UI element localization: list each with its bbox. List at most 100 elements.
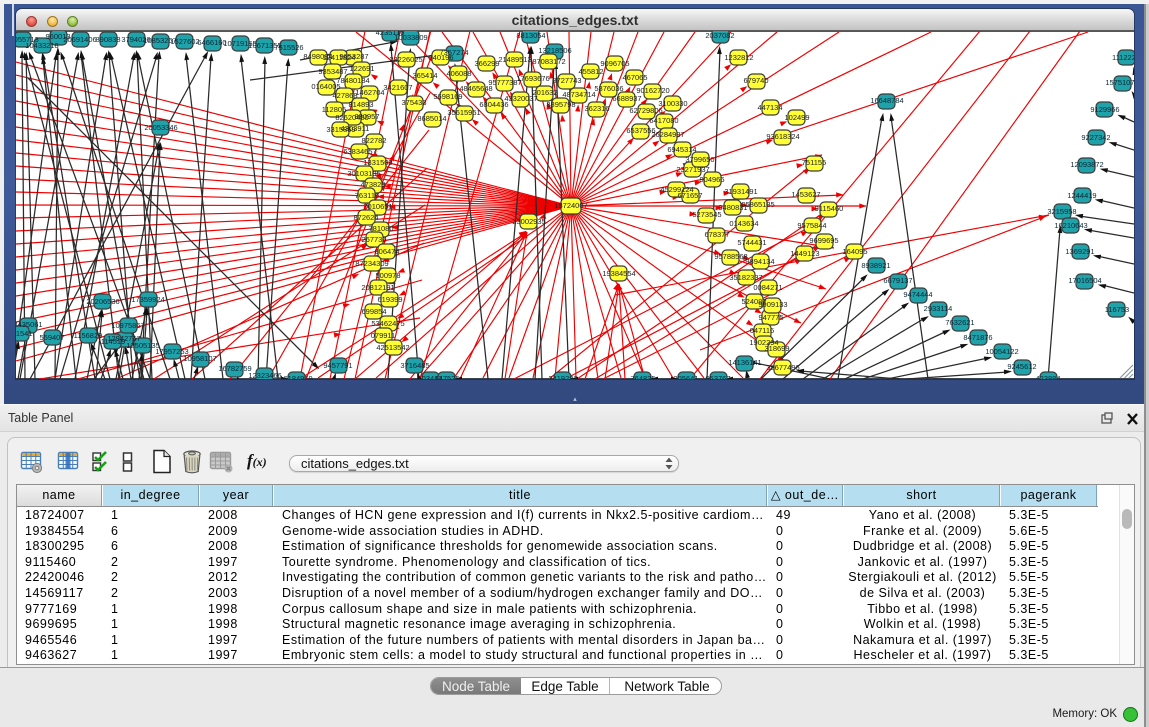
svg-text:16210643: 16210643 — [1054, 221, 1087, 230]
svg-text:606474: 606474 — [374, 247, 399, 256]
svg-text:102499: 102499 — [784, 113, 809, 122]
svg-text:20691406: 20691406 — [63, 35, 96, 44]
svg-text:318699: 318699 — [764, 344, 789, 353]
svg-text:6688937: 6688937 — [612, 94, 641, 103]
svg-text:10054122: 10054122 — [985, 347, 1018, 356]
svg-text:20206536: 20206536 — [86, 297, 119, 306]
svg-text:122691: 122691 — [349, 64, 374, 73]
svg-text:953767: 953767 — [705, 374, 730, 379]
svg-text:699854: 699854 — [361, 307, 386, 316]
svg-text:12323466: 12323466 — [248, 371, 281, 379]
svg-text:10033809: 10033809 — [394, 33, 427, 42]
svg-text:164095: 164095 — [842, 247, 867, 256]
svg-text:26284987: 26284987 — [651, 130, 684, 139]
svg-text:20812191: 20812191 — [361, 283, 394, 292]
svg-text:751155: 751155 — [802, 158, 826, 167]
svg-text:1527602: 1527602 — [170, 37, 199, 46]
svg-text:467065: 467065 — [622, 73, 647, 82]
svg-text:9575844: 9575844 — [797, 221, 826, 230]
svg-text:10975867: 10975867 — [111, 321, 144, 330]
svg-text:763116: 763116 — [355, 191, 379, 200]
svg-text:559407: 559407 — [39, 333, 64, 342]
svg-text:87083172: 87083172 — [532, 57, 565, 66]
svg-text:1232812: 1232812 — [724, 53, 753, 62]
svg-text:1462704: 1462704 — [355, 88, 384, 97]
svg-text:13218506: 13218506 — [538, 46, 571, 55]
svg-text:406088: 406088 — [446, 69, 471, 78]
svg-text:201632: 201632 — [532, 88, 557, 97]
svg-text:447134: 447134 — [757, 103, 782, 112]
svg-text:42513542: 42513542 — [376, 343, 409, 352]
svg-text:473829: 473829 — [360, 180, 385, 189]
svg-text:9909133: 9909133 — [758, 300, 787, 309]
svg-text:14136141: 14136141 — [728, 358, 761, 367]
svg-text:8471876: 8471876 — [963, 333, 992, 342]
svg-text:7010651: 7010651 — [363, 202, 392, 211]
svg-text:3215958: 3215958 — [1047, 207, 1076, 216]
svg-text:427868: 427868 — [332, 91, 357, 100]
svg-text:82620450: 82620450 — [335, 113, 368, 122]
svg-text:15751074: 15751074 — [1105, 78, 1134, 87]
svg-text:267736: 267736 — [361, 235, 386, 244]
svg-text:17016504: 17016504 — [1068, 276, 1101, 285]
svg-text:6466160: 6466160 — [197, 38, 226, 47]
svg-text:9227342: 9227342 — [1081, 133, 1110, 142]
svg-text:23271937: 23271937 — [676, 165, 709, 174]
svg-text:38677496: 38677496 — [766, 363, 799, 372]
svg-text:90162720: 90162720 — [636, 86, 669, 95]
svg-text:8938921: 8938921 — [861, 261, 890, 270]
svg-text:391541: 391541 — [16, 329, 33, 338]
svg-text:87234309: 87234309 — [355, 259, 388, 268]
svg-text:18724007: 18724007 — [554, 201, 587, 210]
svg-text:6679137: 6679137 — [883, 276, 912, 285]
svg-text:423884: 423884 — [1035, 374, 1060, 379]
svg-text:31931491: 31931491 — [724, 187, 757, 196]
svg-text:95788568: 95788568 — [714, 252, 747, 261]
svg-text:30103105: 30103105 — [347, 169, 380, 178]
svg-text:20053346: 20053346 — [144, 123, 177, 132]
svg-text:5273545: 5273545 — [692, 210, 721, 219]
svg-text:35182337: 35182337 — [729, 273, 762, 282]
svg-text:17359924: 17359924 — [131, 295, 164, 304]
svg-text:8813054: 8813054 — [516, 31, 545, 40]
svg-text:8895798: 8895798 — [546, 100, 575, 109]
svg-text:366299: 366299 — [474, 59, 499, 68]
svg-text:12411824: 12411824 — [323, 53, 356, 62]
svg-text:23226025: 23226025 — [389, 55, 422, 64]
svg-text:647525: 647525 — [434, 374, 459, 379]
svg-text:3315869: 3315869 — [326, 125, 355, 134]
svg-text:9474444: 9474444 — [903, 290, 932, 299]
svg-text:93618324: 93618324 — [766, 132, 799, 141]
svg-text:305641: 305641 — [673, 374, 698, 379]
svg-text:764835: 764835 — [630, 374, 655, 379]
svg-text:904966: 904966 — [699, 175, 724, 184]
svg-text:16184959: 16184959 — [279, 374, 312, 379]
svg-text:16648784: 16648784 — [870, 96, 903, 105]
svg-text:5744431: 5744431 — [737, 238, 766, 247]
svg-text:23002935: 23002935 — [512, 217, 545, 226]
svg-text:619399: 619399 — [377, 295, 402, 304]
svg-text:814893: 814893 — [348, 100, 373, 109]
svg-text:1112223: 1112223 — [1112, 53, 1134, 62]
svg-text:079911: 079911 — [371, 331, 395, 340]
svg-text:3421607: 3421607 — [383, 83, 412, 92]
svg-text:9894134: 9894134 — [745, 257, 774, 266]
svg-text:1369291: 1369291 — [1065, 247, 1094, 256]
svg-text:500978: 500978 — [375, 271, 400, 280]
svg-text:17693676: 17693676 — [516, 74, 549, 83]
svg-text:35615951: 35615951 — [447, 108, 480, 117]
svg-text:9353487: 9353487 — [318, 67, 347, 76]
svg-text:679740: 679740 — [743, 76, 768, 85]
svg-text:5698169: 5698169 — [433, 92, 462, 101]
svg-text:2933114: 2933114 — [924, 304, 953, 313]
svg-text:947775: 947775 — [758, 313, 783, 322]
svg-text:047116: 047116 — [750, 326, 774, 335]
svg-text:678377: 678377 — [704, 230, 729, 239]
svg-text:3799650: 3799650 — [685, 155, 714, 164]
svg-text:375433: 375433 — [401, 98, 426, 107]
svg-text:872624: 872624 — [353, 213, 378, 222]
svg-text:3419283: 3419283 — [548, 374, 577, 379]
svg-text:362316: 362316 — [584, 104, 609, 113]
svg-text:48734714: 48734714 — [562, 90, 595, 99]
svg-text:890838: 890838 — [95, 35, 120, 44]
